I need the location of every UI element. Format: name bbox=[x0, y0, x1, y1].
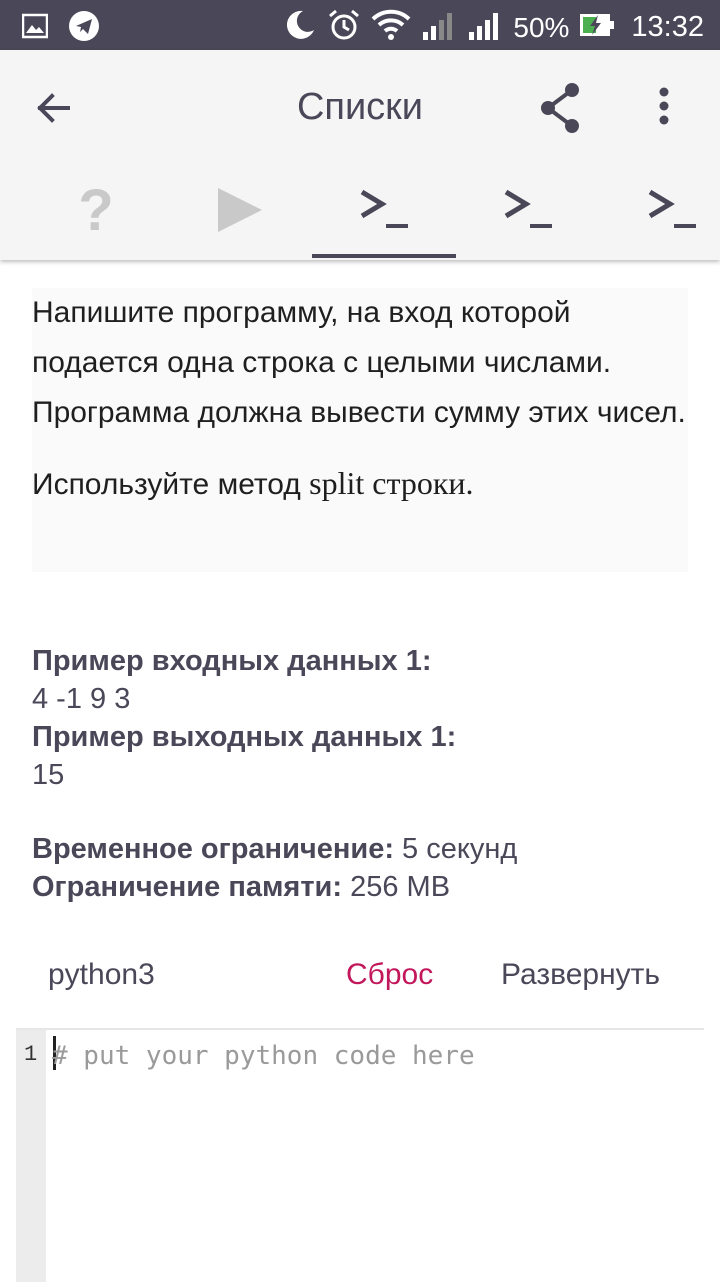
active-tab-indicator bbox=[312, 254, 456, 258]
samples: Пример входных данных 1: 4 -1 9 3 Пример… bbox=[32, 642, 692, 794]
sample-output-label: Пример выходных данных 1: bbox=[32, 721, 457, 753]
question-icon: ? bbox=[78, 178, 113, 243]
app-bar: Списки ? bbox=[0, 50, 720, 260]
time-limit: Временное ограничение: 5 секунд bbox=[32, 830, 517, 868]
status-bar: 50% 13:32 bbox=[0, 0, 720, 50]
hint-text: Используйте метод bbox=[32, 468, 310, 501]
memory-limit: Ограничение памяти: 256 MB bbox=[32, 868, 517, 906]
svg-text:?: ? bbox=[78, 178, 113, 243]
terminal-icon bbox=[360, 189, 408, 228]
tab-code-active[interactable] bbox=[312, 172, 456, 258]
more-options-button[interactable] bbox=[646, 80, 682, 136]
tab-code-3[interactable] bbox=[600, 172, 720, 258]
clock: 13:32 bbox=[631, 11, 704, 43]
telegram-icon bbox=[68, 10, 100, 47]
reset-button[interactable]: Сброс bbox=[346, 958, 433, 992]
tab-code-2[interactable] bbox=[456, 172, 600, 258]
alarm-icon bbox=[327, 8, 361, 47]
terminal-icon bbox=[648, 189, 696, 228]
memory-limit-label: Ограничение памяти: bbox=[32, 871, 343, 903]
code-term: split bbox=[309, 465, 365, 501]
page-title: Списки bbox=[296, 86, 424, 128]
code-editor[interactable]: 1 bbox=[16, 1028, 704, 1282]
signal-icon bbox=[421, 10, 457, 45]
more-vert-icon bbox=[659, 87, 669, 125]
line-number: 1 bbox=[24, 1042, 38, 1067]
share-icon bbox=[541, 83, 579, 133]
time-limit-value: 5 секунд bbox=[394, 833, 518, 865]
sample-input-label: Пример входных данных 1: bbox=[32, 645, 432, 677]
signal-icon bbox=[467, 10, 503, 45]
image-icon bbox=[21, 13, 49, 44]
tab-question[interactable]: ? bbox=[24, 172, 168, 258]
limits: Временное ограничение: 5 секунд Ограниче… bbox=[32, 830, 517, 906]
sample-output-value: 15 bbox=[32, 759, 65, 791]
problem-hint: Используйте метод split строки. bbox=[32, 458, 688, 510]
terminal-icon bbox=[504, 189, 552, 228]
line-gutter: 1 bbox=[16, 1030, 46, 1282]
time-limit-label: Временное ограничение: bbox=[32, 833, 394, 865]
play-icon bbox=[218, 188, 262, 232]
share-button[interactable] bbox=[536, 80, 588, 136]
expand-button[interactable]: Развернуть bbox=[501, 958, 660, 992]
hint-suffix: строки. bbox=[364, 465, 474, 501]
problem-paragraph: Напишите программу, на вход которой пода… bbox=[32, 296, 686, 429]
code-input[interactable] bbox=[52, 1034, 692, 1078]
memory-limit-value: 256 MB bbox=[342, 871, 451, 903]
language-selector[interactable]: python3 bbox=[48, 958, 155, 992]
back-button[interactable] bbox=[30, 86, 82, 130]
battery-percent: 50% bbox=[513, 11, 570, 43]
arrow-back-icon bbox=[37, 93, 70, 123]
tab-video[interactable] bbox=[168, 172, 312, 258]
moon-icon bbox=[283, 8, 317, 47]
problem-statement: Напишите программу, на вход которой пода… bbox=[32, 288, 688, 572]
sample-input-value: 4 -1 9 3 bbox=[32, 683, 131, 715]
step-tabs: ? bbox=[24, 172, 720, 258]
wifi-icon bbox=[371, 9, 411, 46]
battery-charging-icon bbox=[579, 10, 615, 45]
